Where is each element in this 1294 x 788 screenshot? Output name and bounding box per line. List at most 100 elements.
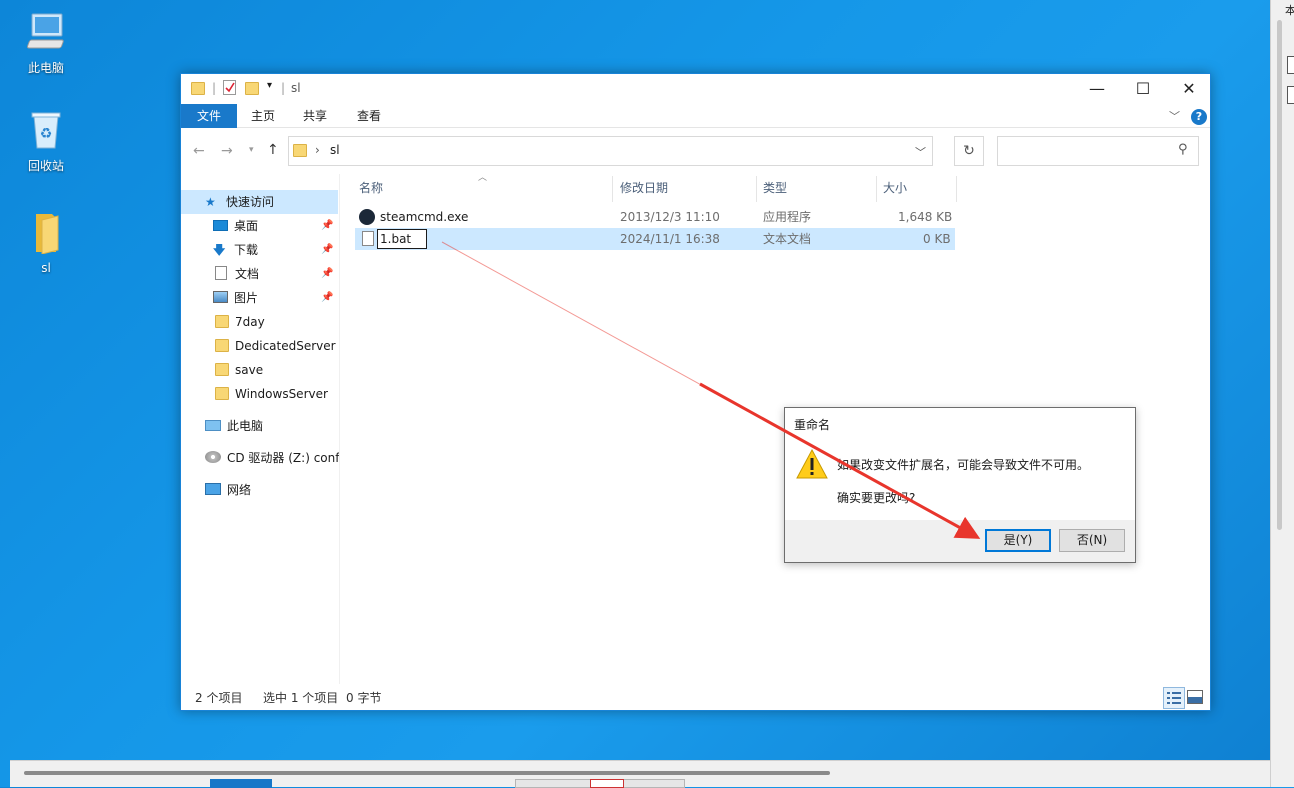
column-divider[interactable] xyxy=(756,176,757,202)
column-header-type[interactable]: 类型 xyxy=(763,176,787,200)
star-icon: ★ xyxy=(205,195,216,209)
separator: | xyxy=(281,81,286,95)
no-button[interactable]: 否(N) xyxy=(1059,529,1125,552)
warning-icon xyxy=(796,448,828,479)
large-icons-view-button[interactable] xyxy=(1187,690,1203,704)
desktop-icon-recycle-bin[interactable]: ♻ 回收站 xyxy=(9,110,83,174)
nav-label: 下载 xyxy=(234,243,259,257)
nav-item-desktop[interactable]: 桌面 📌 xyxy=(213,214,339,238)
dialog-title: 重命名 xyxy=(794,418,831,432)
ribbon: 文件 主页 共享 查看 ﹀ ? xyxy=(181,104,1210,128)
nav-label: save xyxy=(235,363,264,377)
tab-file[interactable]: 文件 xyxy=(181,104,237,128)
breadcrumb-sl[interactable]: sl xyxy=(330,143,340,157)
file-date: 2013/12/3 11:10 xyxy=(620,210,720,224)
tab-share[interactable]: 共享 xyxy=(289,104,341,128)
minimize-button[interactable]: — xyxy=(1074,74,1120,104)
status-item-count: 2 个项目 xyxy=(195,691,243,705)
title-bar[interactable]: | ▾ | sl — ☐ ✕ xyxy=(181,74,1210,104)
nav-item-save[interactable]: save xyxy=(215,358,339,382)
rename-input[interactable]: 1.bat xyxy=(377,229,427,249)
navigation-pane[interactable]: ★ 快速访问 桌面 📌 🡇 下载 📌 文档 📌 图片 📌 7day Dedicat… xyxy=(181,184,339,689)
column-divider[interactable] xyxy=(876,176,877,202)
file-type: 应用程序 xyxy=(763,210,812,224)
tab-view[interactable]: 查看 xyxy=(343,104,395,128)
svg-text:♻: ♻ xyxy=(40,126,53,142)
desktop-icon-label: 此电脑 xyxy=(27,61,64,75)
separator: | xyxy=(212,81,217,95)
column-header-name[interactable]: 名称 xyxy=(359,176,383,200)
nav-item-dedicatedserver[interactable]: DedicatedServer xyxy=(215,334,339,358)
nav-label: WindowsServer xyxy=(235,387,328,401)
search-icon: ⚲ xyxy=(1178,142,1188,157)
status-size: 0 字节 xyxy=(346,691,382,705)
pin-icon[interactable]: 📌 xyxy=(321,214,333,238)
folder-icon xyxy=(191,82,205,95)
nav-item-windowsserver[interactable]: WindowsServer xyxy=(215,382,339,406)
steam-icon xyxy=(359,209,375,225)
window-title: sl xyxy=(291,81,301,95)
column-header-date[interactable]: 修改日期 xyxy=(620,176,668,200)
nav-item-documents[interactable]: 文档 📌 xyxy=(213,262,339,286)
recent-locations-icon[interactable]: ▾ xyxy=(249,145,254,155)
desktop-icon-this-pc[interactable]: 此电脑 xyxy=(9,12,83,76)
nav-network[interactable]: 网络 xyxy=(205,478,339,502)
properties-icon[interactable] xyxy=(223,80,236,95)
file-name: steamcmd.exe xyxy=(380,210,469,224)
text-file-icon xyxy=(362,231,374,246)
breadcrumb-separator-icon[interactable]: › xyxy=(315,143,320,157)
pin-icon[interactable]: 📌 xyxy=(321,262,333,286)
nav-cd-drive[interactable]: CD 驱动器 (Z:) confi xyxy=(205,446,339,470)
nav-item-pictures[interactable]: 图片 📌 xyxy=(213,286,339,310)
pane-divider[interactable] xyxy=(339,174,340,684)
refresh-button[interactable]: ↻ xyxy=(954,136,984,166)
nav-quick-access[interactable]: ★ 快速访问 xyxy=(181,190,338,214)
picture-icon xyxy=(213,291,228,303)
help-icon[interactable]: ? xyxy=(1191,109,1207,125)
customize-toolbar-icon[interactable]: ▾ xyxy=(267,80,272,98)
column-header-size[interactable]: 大小 xyxy=(883,176,907,200)
nav-label: 网络 xyxy=(227,483,252,497)
background-window-text: 本 xyxy=(1285,4,1294,17)
desktop-icon-label: 回收站 xyxy=(27,159,64,173)
pin-icon[interactable]: 📌 xyxy=(321,238,333,262)
file-explorer-window[interactable]: | ▾ | sl — ☐ ✕ 文件 主页 共享 查看 ﹀ ? ← → ▾ ↑ ›… xyxy=(180,73,1211,711)
folder-icon xyxy=(215,339,229,352)
file-row-selected[interactable]: 2024/11/1 16:38 文本文档 0 KB xyxy=(355,228,955,250)
folder-icon xyxy=(215,363,229,376)
desktop-icon-sl-folder[interactable]: sl xyxy=(9,210,83,275)
file-date: 2024/11/1 16:38 xyxy=(620,232,720,246)
expand-ribbon-icon[interactable]: ﹀ xyxy=(1169,108,1180,124)
vertical-scrollbar[interactable] xyxy=(1277,20,1282,530)
maximize-button[interactable]: ☐ xyxy=(1120,74,1166,104)
search-input[interactable]: ⚲ xyxy=(997,136,1199,166)
document-icon xyxy=(215,266,227,280)
details-view-button[interactable] xyxy=(1163,687,1185,709)
up-arrow-icon[interactable]: ↑ xyxy=(267,142,279,158)
address-dropdown-icon[interactable]: ﹀ xyxy=(915,144,926,160)
yes-button[interactable]: 是(Y) xyxy=(985,529,1051,552)
nav-this-pc[interactable]: 此电脑 xyxy=(205,414,339,438)
column-divider[interactable] xyxy=(612,176,613,202)
close-button[interactable]: ✕ xyxy=(1166,74,1212,104)
nav-label: 快速访问 xyxy=(226,195,275,209)
dialog-question: 确实要更改吗? xyxy=(837,491,916,505)
address-bar[interactable]: › sl ﹀ xyxy=(288,136,933,166)
download-arrow-icon: 🡇 xyxy=(213,243,226,257)
nav-label: 此电脑 xyxy=(227,419,264,433)
column-divider[interactable] xyxy=(956,176,957,202)
dialog-message: 如果改变文件扩展名，可能会导致文件不可用。 xyxy=(837,458,1090,472)
forward-arrow-icon[interactable]: → xyxy=(221,143,233,159)
pin-icon[interactable]: 📌 xyxy=(321,286,333,310)
new-folder-icon[interactable] xyxy=(245,82,259,95)
file-row[interactable]: steamcmd.exe 2013/12/3 11:10 应用程序 1,648 … xyxy=(355,206,955,228)
nav-item-7day[interactable]: 7day xyxy=(215,310,339,334)
tab-home[interactable]: 主页 xyxy=(237,104,289,128)
dialog-body: 重命名 如果改变文件扩展名，可能会导致文件不可用。 确实要更改吗? xyxy=(785,408,1135,520)
rename-dialog[interactable]: 重命名 如果改变文件扩展名，可能会导致文件不可用。 确实要更改吗? 是(Y) 否… xyxy=(784,407,1136,563)
nav-item-downloads[interactable]: 🡇 下载 📌 xyxy=(213,238,339,262)
back-arrow-icon[interactable]: ← xyxy=(193,143,205,159)
details-view-icon xyxy=(1167,692,1181,704)
sort-indicator-icon: ︿ xyxy=(478,173,488,183)
horizontal-scrollbar[interactable] xyxy=(24,771,830,775)
